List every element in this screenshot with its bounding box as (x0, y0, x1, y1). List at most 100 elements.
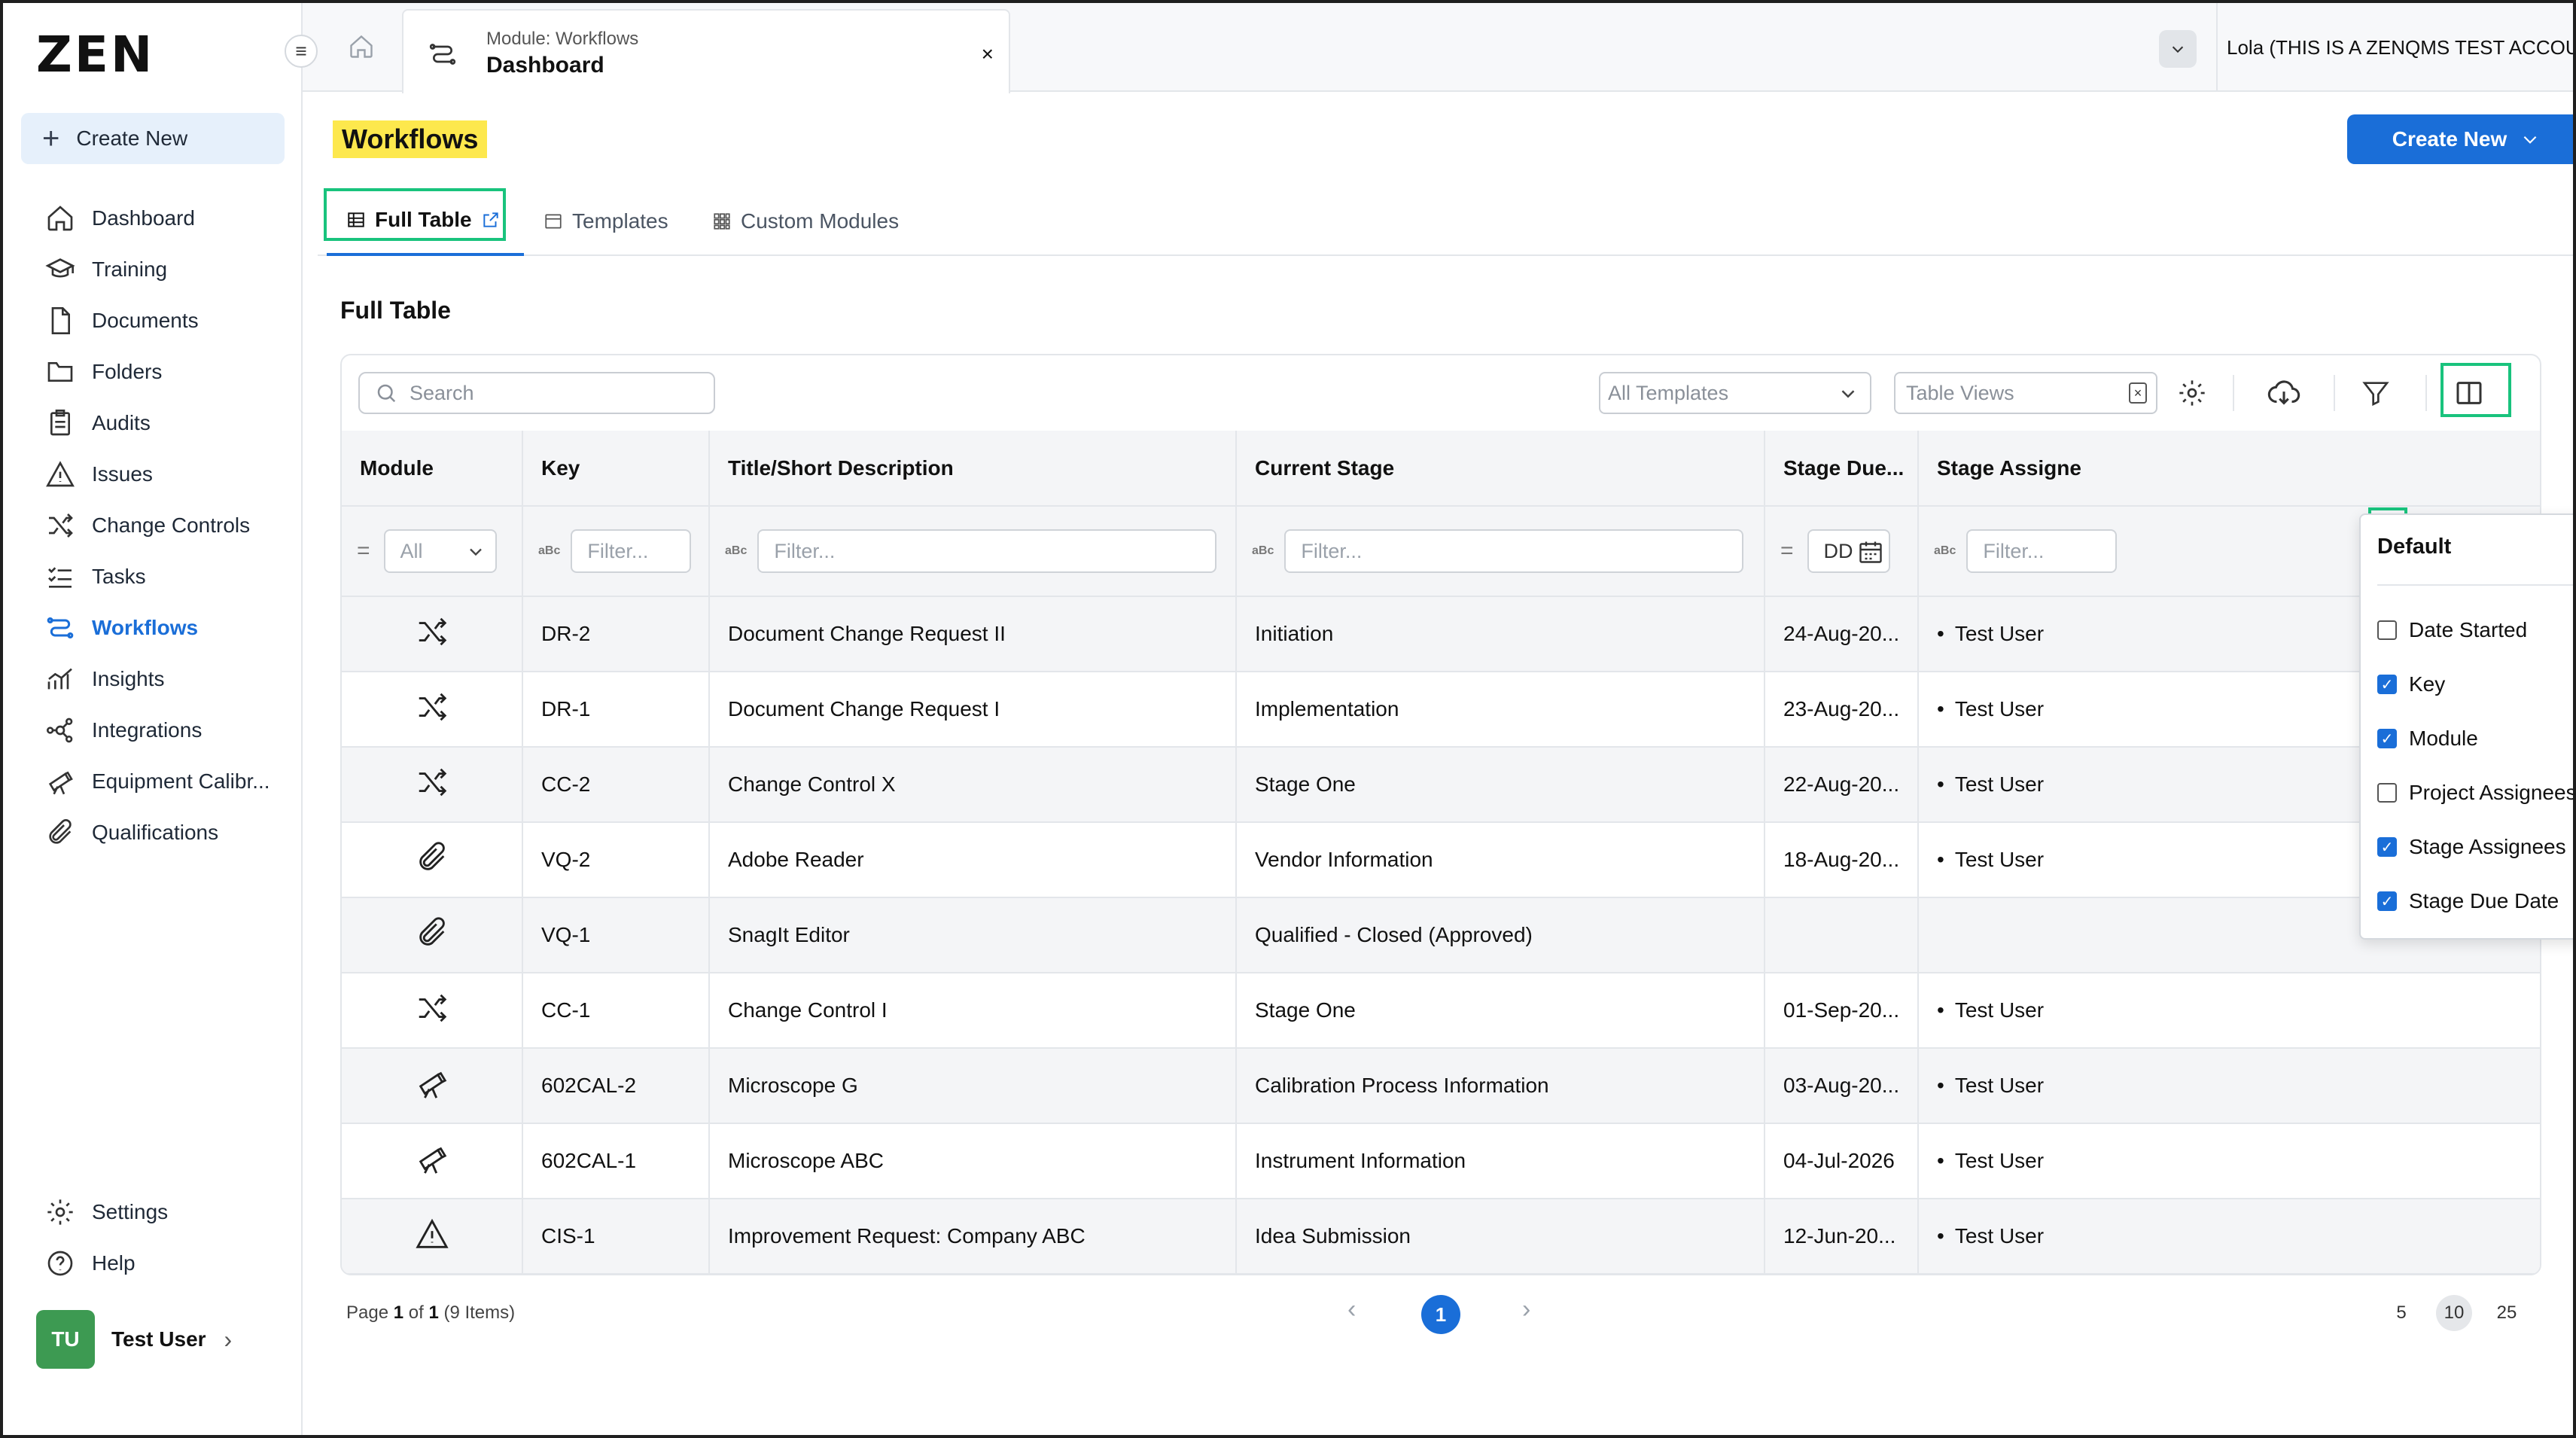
sidebar-item-insights[interactable]: Insights (3, 653, 303, 705)
home-tab-button[interactable] (340, 26, 382, 68)
key-filter-input[interactable]: Filter... (571, 529, 692, 573)
column-header-stage-due[interactable]: Stage Due... (1765, 431, 1919, 507)
assignee-filter-placeholder: Filter... (1983, 539, 2045, 562)
sidebar-item-folders[interactable]: Folders (3, 346, 303, 398)
table-row[interactable]: VQ-2 Adobe Reader Vendor Information 18-Aug… (342, 822, 2540, 898)
sidebar-item-change-controls[interactable]: Change Controls (3, 500, 303, 551)
key-link[interactable]: CC-1 (522, 973, 710, 1049)
table-row[interactable]: DR-2 Document Change Request II Initiation… (342, 596, 2540, 672)
sidebar-item-dashboard[interactable]: Dashboard (3, 193, 303, 244)
text-filter-icon[interactable]: aBc (538, 544, 560, 558)
key-link[interactable]: VQ-1 (522, 897, 710, 973)
column-header-stage-assignee[interactable]: Stage Assigne (1918, 431, 2540, 507)
page-number: 1 (393, 1302, 404, 1323)
column-option[interactable]: ✓ Stage Assignees (2377, 828, 2566, 866)
next-page-button[interactable]: › (1522, 1295, 1530, 1324)
settings-button[interactable] (2173, 373, 2212, 413)
sidebar-item-integrations[interactable]: Integrations (3, 705, 303, 756)
column-option[interactable]: Project Assignees (2377, 774, 2573, 812)
sidebar-item-help[interactable]: Help (3, 1238, 303, 1289)
column-header-current-stage[interactable]: Current Stage (1236, 431, 1765, 507)
text-filter-icon[interactable]: aBc (1934, 544, 1956, 558)
table-row[interactable]: CC-1 Change Control I Stage One 01-Sep-20..… (342, 973, 2540, 1049)
download-button[interactable] (2264, 373, 2303, 413)
sidebar-item-audits[interactable]: Audits (3, 398, 303, 449)
previous-page-button[interactable]: ‹ (1347, 1295, 1356, 1324)
key-link[interactable]: 602CAL-1 (522, 1123, 710, 1199)
due-cell: 12-Jun-20... (1765, 1199, 1919, 1274)
table-row[interactable]: CC-2 Change Control X Stage One 22-Aug-20..… (342, 747, 2540, 823)
key-link[interactable]: CC-2 (522, 747, 710, 823)
table-views-select[interactable]: Table Views × (1894, 372, 2157, 414)
create-new-button[interactable]: Create New (2347, 114, 2573, 164)
key-link[interactable]: VQ-2 (522, 822, 710, 898)
column-header-title[interactable]: Title/Short Description (709, 431, 1237, 507)
sidebar-item-issues[interactable]: Issues (3, 449, 303, 500)
user-menu[interactable]: TU Test User › (36, 1310, 232, 1369)
text-filter-icon[interactable]: aBc (725, 544, 747, 558)
page-size-10[interactable]: 10 (2436, 1295, 2472, 1331)
stage-cell: Implementation (1236, 672, 1765, 748)
text-filter-icon[interactable]: aBc (1252, 544, 1274, 558)
equals-icon[interactable]: = (1780, 538, 1794, 564)
chart-icon (47, 668, 72, 690)
sidebar-item-qualifications[interactable]: Qualifications (3, 807, 303, 858)
filter-cell-due: = DD (1765, 506, 1919, 597)
filter-button[interactable] (2356, 373, 2395, 413)
sidebar-item-training[interactable]: Training (3, 244, 303, 295)
search-input[interactable]: Search (358, 372, 715, 414)
table-row[interactable]: 602CAL-1 Microscope ABC Instrument Informa… (342, 1123, 2540, 1199)
page-size-5[interactable]: 5 (2383, 1295, 2419, 1331)
key-link[interactable]: DR-2 (522, 596, 710, 672)
close-icon[interactable]: × (982, 42, 994, 66)
checkbox[interactable]: ✓ (2377, 837, 2397, 857)
key-link[interactable]: 602CAL-2 (522, 1048, 710, 1124)
table-row[interactable]: 602CAL-2 Microscope G Calibration Process … (342, 1048, 2540, 1124)
checkbox[interactable]: ✓ (2377, 675, 2397, 694)
column-header-key[interactable]: Key (522, 431, 710, 507)
assignee-cell: Test User (1918, 1048, 2540, 1124)
key-link[interactable]: DR-1 (522, 672, 710, 748)
account-name[interactable]: Lola (THIS IS A ZENQMS TEST ACCOUNT) (2227, 36, 2573, 59)
sidebar-create-new-button[interactable]: + Create New (21, 113, 285, 164)
table-row[interactable]: CIS-1 Improvement Request: Company ABC Ide… (342, 1199, 2540, 1274)
tab-workflows-dashboard[interactable]: Module: Workflows Dashboard × (402, 9, 1010, 93)
column-option[interactable]: Date Started (2377, 611, 2527, 649)
page-size-25[interactable]: 25 (2489, 1295, 2525, 1331)
current-page-button[interactable]: 1 (1421, 1295, 1460, 1334)
clear-icon[interactable]: × (2129, 382, 2147, 404)
key-link[interactable]: CIS-1 (522, 1199, 710, 1274)
title-filter-input[interactable]: Filter... (757, 529, 1217, 573)
sidebar-toggle-button[interactable] (285, 35, 318, 68)
tab-title: Dashboard (486, 53, 604, 78)
checkbox[interactable] (2377, 620, 2397, 640)
account-dropdown-button[interactable] (2159, 30, 2197, 68)
sidebar-item-tasks[interactable]: Tasks (3, 551, 303, 602)
equals-icon[interactable]: = (357, 538, 370, 564)
tab-custom-modules[interactable]: Custom Modules (712, 187, 899, 256)
table-row[interactable]: VQ-1 SnagIt Editor Qualified - Closed (App… (342, 897, 2540, 973)
sidebar-item-documents[interactable]: Documents (3, 295, 303, 346)
column-option[interactable]: ✓ Key (2377, 666, 2445, 703)
menu-icon (296, 47, 306, 56)
sidebar-item-equipment-calibration[interactable]: Equipment Calibr... (3, 756, 303, 807)
calendar-icon[interactable] (1857, 538, 1884, 565)
column-header-module[interactable]: Module (342, 431, 523, 507)
column-option[interactable]: ✓ Module (2377, 720, 2478, 757)
templates-select[interactable]: All Templates (1599, 372, 1871, 414)
sidebar-item-label: Equipment Calibr... (92, 769, 270, 793)
table-row[interactable]: DR-1 Document Change Request I Implementat… (342, 672, 2540, 748)
column-option[interactable]: ✓ Stage Due Date (2377, 882, 2559, 920)
checkbox[interactable]: ✓ (2377, 729, 2397, 748)
avatar: TU (36, 1310, 95, 1369)
stage-filter-input[interactable]: Filter... (1284, 529, 1744, 573)
sidebar-item-settings[interactable]: Settings (3, 1187, 303, 1238)
checkbox[interactable]: ✓ (2377, 891, 2397, 911)
tab-templates[interactable]: Templates (544, 187, 668, 256)
divider (2377, 584, 2573, 586)
checkbox[interactable] (2377, 783, 2397, 803)
module-filter-select[interactable]: All (383, 529, 497, 573)
sidebar-item-workflows[interactable]: Workflows (3, 602, 303, 653)
assignee-filter-input[interactable]: Filter... (1966, 529, 2118, 573)
due-date-filter-input[interactable]: DD (1807, 529, 1890, 573)
